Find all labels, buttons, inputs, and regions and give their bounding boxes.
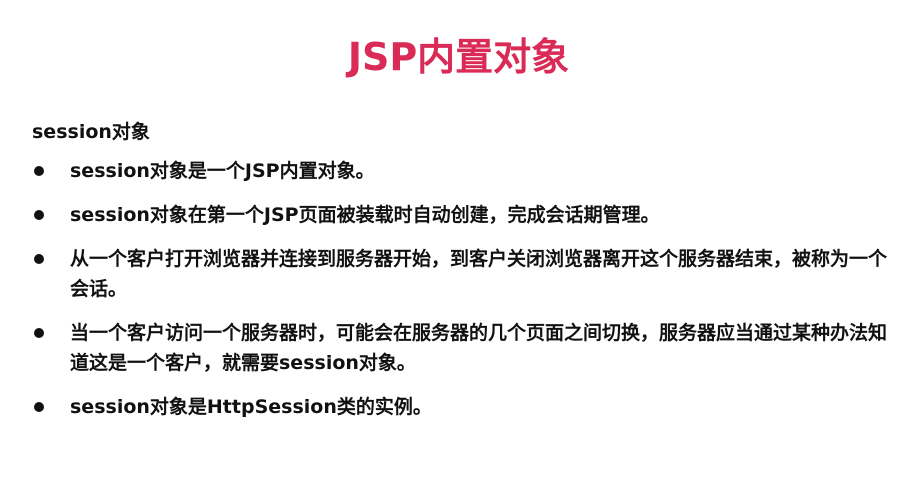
bullet-item: 当一个客户访问一个服务器时，可能会在服务器的几个页面之间切换，服务器应当通过某种… [32,318,892,378]
bullet-list: session对象是一个JSP内置对象。 session对象在第一个JSP页面被… [32,156,892,436]
section-heading: session对象 [32,121,150,143]
bullet-item: session对象是一个JSP内置对象。 [32,156,892,186]
slide-title: JSP内置对象 [347,35,570,79]
bullet-dot-icon [34,210,44,220]
bullet-dot-icon [34,166,44,176]
bullet-text: session对象是一个JSP内置对象。 [70,160,375,182]
bullet-dot-icon [34,402,44,412]
bullet-item: session对象是HttpSession类的实例。 [32,392,892,422]
bullet-text: 从一个客户打开浏览器并连接到服务器开始，到客户关闭浏览器离开这个服务器结束，被称… [70,248,888,300]
bullet-dot-icon [34,328,44,338]
bullet-item: session对象在第一个JSP页面被装载时自动创建，完成会话期管理。 [32,200,892,230]
bullet-text: session对象在第一个JSP页面被装载时自动创建，完成会话期管理。 [70,204,660,226]
bullet-item: 从一个客户打开浏览器并连接到服务器开始，到客户关闭浏览器离开这个服务器结束，被称… [32,244,892,304]
corner-watermark [869,472,909,482]
bullet-dot-icon [34,254,44,264]
slide: JSP内置对象 session对象 session对象是一个JSP内置对象。 s… [0,0,917,486]
bullet-text: 当一个客户访问一个服务器时，可能会在服务器的几个页面之间切换，服务器应当通过某种… [70,322,888,374]
bullet-text: session对象是HttpSession类的实例。 [70,396,432,418]
